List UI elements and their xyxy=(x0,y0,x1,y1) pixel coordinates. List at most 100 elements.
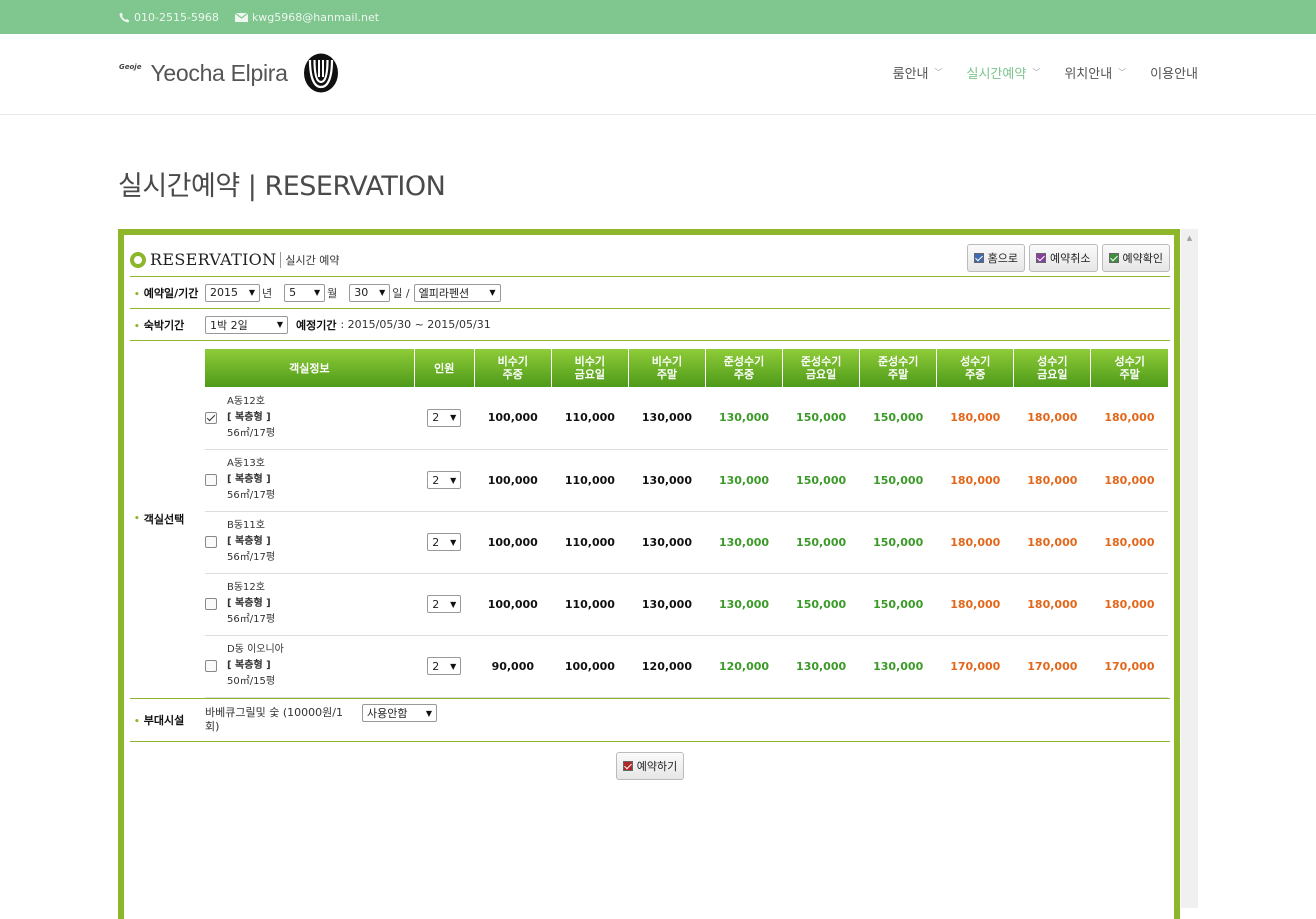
facility-label: 부대시설 xyxy=(130,712,205,728)
room-info: D동 이오니아 [ 복층형 ] 50㎡/15평 xyxy=(205,635,415,698)
price-cell: 180,000 xyxy=(1013,511,1091,574)
price-cell: 90,000 xyxy=(474,635,552,698)
pension-select[interactable]: 엘피라펜션 ▼ xyxy=(413,283,501,302)
price-cell: 180,000 xyxy=(936,511,1014,574)
room-checkbox[interactable] xyxy=(205,598,217,610)
column-header: 준성수기 주말 xyxy=(859,349,938,387)
price-cell: 180,000 xyxy=(936,573,1014,636)
reservation-actions: 홈으로 예약취소 예약확인 xyxy=(966,244,1170,272)
dropdown-arrow-icon: ▼ xyxy=(425,708,432,718)
scroll-up-icon[interactable]: ▲ xyxy=(1181,229,1198,246)
price-cell: 150,000 xyxy=(859,387,937,450)
people-select[interactable]: 2 ▼ xyxy=(427,657,462,675)
price-cell: 180,000 xyxy=(1013,449,1091,512)
price-cell: 130,000 xyxy=(705,511,783,574)
price-cell: 170,000 xyxy=(936,635,1014,698)
table-row: B동11호[ 복층형 ] 56㎡/17평 2 ▼ 100,000 110,000 130,0… xyxy=(205,511,1168,574)
confirm-reservation-button[interactable]: 예약확인 xyxy=(1101,244,1170,272)
scrollbar[interactable]: ▲ xyxy=(1181,229,1198,908)
price-cell: 100,000 xyxy=(474,573,552,636)
room-checkbox[interactable] xyxy=(205,536,217,548)
column-header: 성수기 금요일 xyxy=(1013,349,1092,387)
price-cell: 180,000 xyxy=(1090,449,1168,512)
facility-select[interactable]: 사용안함 ▼ xyxy=(362,704,437,722)
price-cell: 100,000 xyxy=(474,387,552,450)
price-cell: 130,000 xyxy=(705,387,783,450)
nav-item-guide[interactable]: 이용안내 xyxy=(1150,63,1198,82)
page-title: 실시간예약 | RESERVATION xyxy=(118,171,446,202)
room-checkbox[interactable] xyxy=(205,411,217,424)
room-type: [ 복층형 ] xyxy=(227,598,271,609)
phone-icon xyxy=(119,12,130,22)
date-row: 예약일/기간 2015▼ 년 5▼ 월 30▼ 일 / 엘피라펜션▼ xyxy=(130,277,1170,309)
room-size: 56㎡/17평 xyxy=(227,490,276,501)
year-select[interactable]: 2015 ▼ xyxy=(205,283,260,302)
room-name: A동12호 xyxy=(227,395,265,407)
column-header: 준성수기 주중 xyxy=(705,349,784,387)
people-cell: 2 ▼ xyxy=(414,387,475,450)
nav-item-location[interactable]: 위치안내 ﹀ xyxy=(1064,63,1126,82)
room-type: [ 복층형 ] xyxy=(227,660,271,671)
chevron-down-icon: ﹀ xyxy=(1118,68,1127,77)
nav-item-reservation[interactable]: 실시간예약 ﹀ xyxy=(967,63,1041,82)
room-name: D동 이오니아 xyxy=(227,644,284,655)
email-contact: kwg5968@hanmail.net xyxy=(234,11,379,24)
room-selection-section: 객실선택 객실정보인원비수기주중비수기금요일비수기주말준성수기주중준성수기금요일… xyxy=(130,341,1170,699)
price-cell: 120,000 xyxy=(705,635,783,698)
room-info: B동11호 [ 복층형 ] 56㎡/17평 xyxy=(205,511,415,574)
stay-label: 숙박기간 xyxy=(130,317,205,333)
price-cell: 130,000 xyxy=(628,449,706,512)
reservation-logo-sub: 실시간 예약 xyxy=(280,251,340,268)
price-cell: 130,000 xyxy=(705,449,783,512)
table-row: B동12호[ 복층형 ] 56㎡/17평 2 ▼ 100,000 110,000 130,0… xyxy=(205,573,1168,636)
price-cell: 180,000 xyxy=(936,449,1014,512)
dropdown-arrow-icon: ▼ xyxy=(450,661,457,671)
logo-name: Yeocha Elpira xyxy=(150,59,288,86)
reserve-button[interactable]: 예약하기 xyxy=(615,751,685,780)
check-icon xyxy=(622,760,633,771)
home-button[interactable]: 홈으로 xyxy=(966,244,1026,272)
price-cell: 110,000 xyxy=(551,387,629,450)
people-select[interactable]: 2 ▼ xyxy=(427,595,462,613)
room-checkbox[interactable] xyxy=(205,660,217,672)
price-cell: 150,000 xyxy=(782,573,860,636)
dropdown-arrow-icon: ▼ xyxy=(379,288,386,297)
price-cell: 180,000 xyxy=(1090,387,1168,450)
room-info: B동12호 [ 복층형 ] 56㎡/17평 xyxy=(205,573,415,636)
people-cell: 2 ▼ xyxy=(414,449,475,512)
column-header: 성수기 주말 xyxy=(1090,349,1168,387)
reservation-header: RESERVATION 실시간 예약 홈으로 예약취소 예약확인 xyxy=(130,239,1170,277)
price-cell: 110,000 xyxy=(551,573,629,636)
room-size: 56㎡/17평 xyxy=(227,552,276,563)
room-checkbox[interactable] xyxy=(205,474,217,486)
main-nav: 룸안내 ﹀ 실시간예약 ﹀ 위치안내 ﹀ 이용안내 xyxy=(893,63,1198,82)
nav-item-rooms[interactable]: 룸안내 ﹀ xyxy=(893,63,943,82)
price-cell: 110,000 xyxy=(551,511,629,574)
day-select[interactable]: 30 ▼ xyxy=(349,283,391,302)
column-header: 객실정보 xyxy=(205,349,415,387)
column-header: 비수기 금요일 xyxy=(551,349,629,387)
room-type: [ 복층형 ] xyxy=(227,536,271,547)
site-logo[interactable]: Geoje Yeocha Elpira xyxy=(119,52,340,94)
room-type: [ 복층형 ] xyxy=(227,474,271,485)
room-select-label: 객실선택 xyxy=(130,341,205,698)
column-header: 비수기 주중 xyxy=(474,349,552,387)
month-select[interactable]: 5 ▼ xyxy=(284,283,326,302)
price-cell: 150,000 xyxy=(859,449,937,512)
price-cell: 150,000 xyxy=(782,449,860,512)
people-select[interactable]: 2 ▼ xyxy=(427,408,462,427)
submit-area: 예약하기 xyxy=(130,742,1170,790)
column-header: 성수기 주중 xyxy=(936,349,1015,387)
period-value: : 2015/05/30 ~ 2015/05/31 xyxy=(340,318,491,331)
stay-select[interactable]: 1박 2일 ▼ xyxy=(205,315,288,334)
check-icon xyxy=(973,253,984,263)
people-select[interactable]: 2 ▼ xyxy=(427,471,462,489)
phone-number: 010-2515-5968 xyxy=(134,10,219,24)
price-cell: 150,000 xyxy=(782,511,860,574)
column-header: 비수기 주말 xyxy=(628,349,706,387)
price-cell: 130,000 xyxy=(859,635,937,698)
room-name: A동13호 xyxy=(227,458,265,469)
people-select[interactable]: 2 ▼ xyxy=(427,533,462,551)
cancel-reservation-button[interactable]: 예약취소 xyxy=(1029,244,1098,272)
price-cell: 130,000 xyxy=(628,573,706,636)
